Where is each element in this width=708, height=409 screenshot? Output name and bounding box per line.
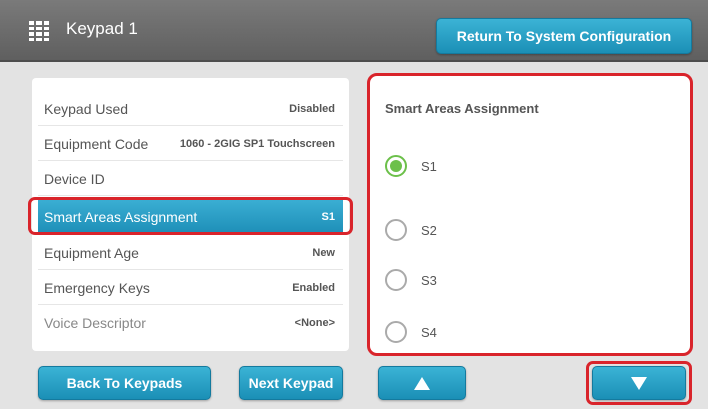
page-title: Keypad 1 [66,19,138,38]
setting-label: Equipment Age [44,244,139,261]
smart-areas-assignment-panel: Smart Areas Assignment S1 S2 S3 S4 [367,73,693,356]
setting-row-voice-descriptor[interactable]: Voice Descriptor <None> [38,306,343,340]
radio-button[interactable] [385,219,407,241]
setting-value: 1060 - 2GIG SP1 Touchscreen [179,137,335,150]
radio-button[interactable] [385,269,407,291]
option-label: S2 [421,222,437,238]
setting-row-device-id[interactable]: Device ID [38,162,343,196]
setting-label: Equipment Code [44,135,149,152]
setting-row-equipment-age[interactable]: Equipment Age New [38,236,343,270]
down-button-highlight [586,361,692,405]
setting-label: Device ID [44,170,105,187]
next-keypad-button[interactable]: Next Keypad [239,366,343,400]
option-s1[interactable]: S1 [385,154,437,178]
radio-button[interactable] [385,155,407,177]
setting-value: <None> [294,317,335,329]
arrow-up-icon [414,376,430,390]
setting-row-keypad-used[interactable]: Keypad Used Disabled [38,92,343,126]
setting-label: Voice Descriptor [44,315,146,331]
setting-label: Keypad Used [44,100,129,117]
selected-row-highlight [28,197,353,235]
setting-value: New [312,246,335,259]
radio-button[interactable] [385,321,407,343]
setting-row-emergency-keys[interactable]: Emergency Keys Enabled [38,271,343,305]
option-s2[interactable]: S2 [385,218,437,242]
panel-title: Smart Areas Assignment [385,101,539,116]
option-label: S4 [421,324,437,340]
option-s4[interactable]: S4 [385,320,437,344]
header-bar: Keypad 1 Return To System Configuration [0,0,708,62]
return-to-system-configuration-button[interactable]: Return To System Configuration [436,18,692,54]
option-label: S1 [421,158,437,174]
setting-label: Emergency Keys [44,279,150,296]
setting-row-equipment-code[interactable]: Equipment Code 1060 - 2GIG SP1 Touchscre… [38,127,343,161]
option-s3[interactable]: S3 [385,268,437,292]
setting-value: Disabled [289,102,335,115]
option-label: S3 [421,272,437,288]
setting-value: Enabled [292,281,335,294]
scroll-up-button[interactable] [378,366,466,400]
back-to-keypads-button[interactable]: Back To Keypads [38,366,211,400]
keypad-grid-icon [28,20,50,42]
